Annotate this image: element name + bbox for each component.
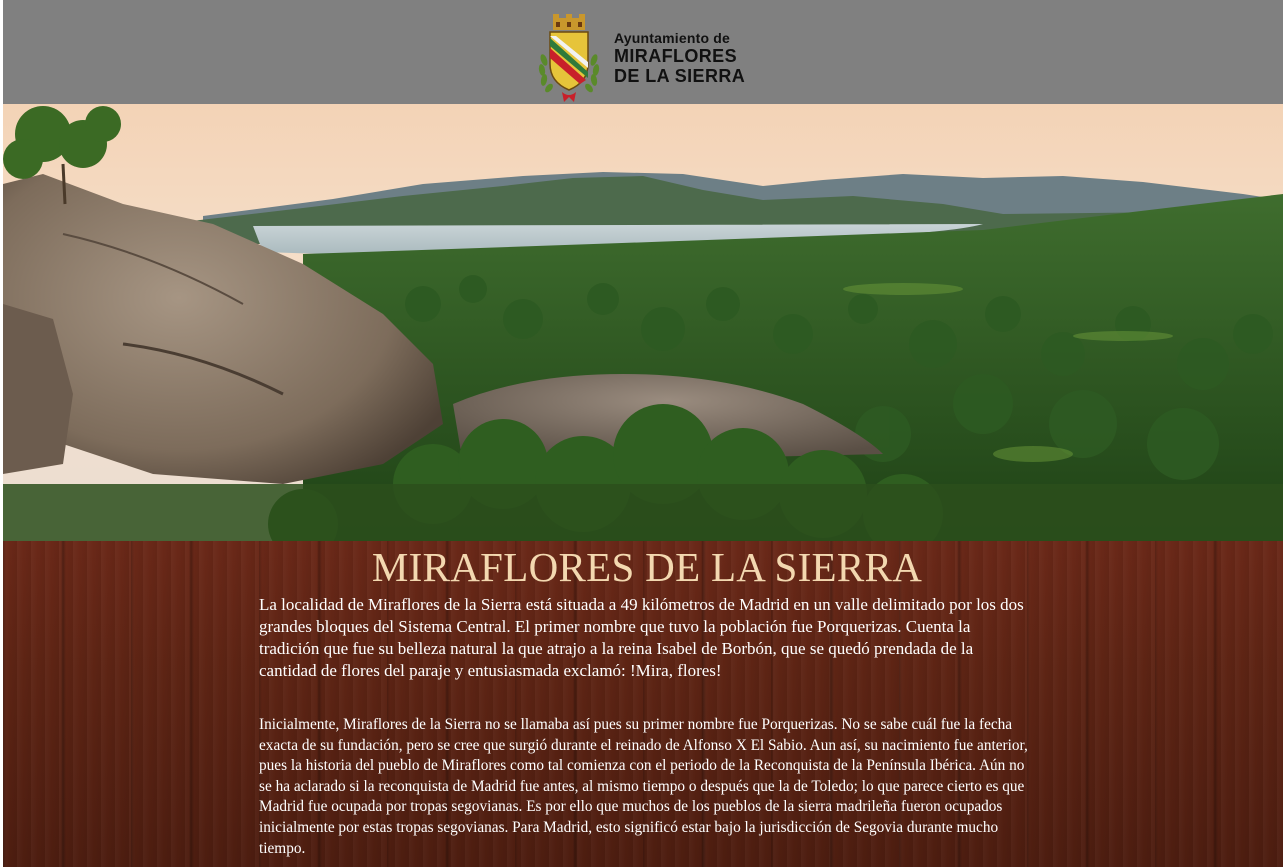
logo-subtitle: Ayuntamiento de: [614, 30, 731, 46]
page: Ayuntamiento de MIRAFLORES DE LA SIERRA: [3, 0, 1283, 867]
history-paragraph: Inicialmente, Miraflores de la Sierra no…: [259, 716, 1028, 857]
main-content-section: MIRAFLORES DE LA SIERRA La localidad de …: [3, 541, 1283, 867]
logo-title-line1: MIRAFLORES: [614, 46, 737, 66]
logo-title-line2: DE LA SIERRA: [614, 66, 746, 86]
article: MIRAFLORES DE LA SIERRA La localidad de …: [259, 541, 1039, 859]
site-header: Ayuntamiento de MIRAFLORES DE LA SIERRA: [3, 0, 1283, 104]
coat-of-arms-icon: [538, 14, 600, 102]
page-title: MIRAFLORES DE LA SIERRA: [371, 544, 923, 590]
intro-paragraph: La localidad de Miraflores de la Sierra …: [259, 595, 1024, 680]
site-logo[interactable]: Ayuntamiento de MIRAFLORES DE LA SIERRA: [536, 12, 766, 104]
logo-text: Ayuntamiento de MIRAFLORES DE LA SIERRA: [614, 31, 745, 85]
hero-landscape-image: [3, 104, 1283, 541]
